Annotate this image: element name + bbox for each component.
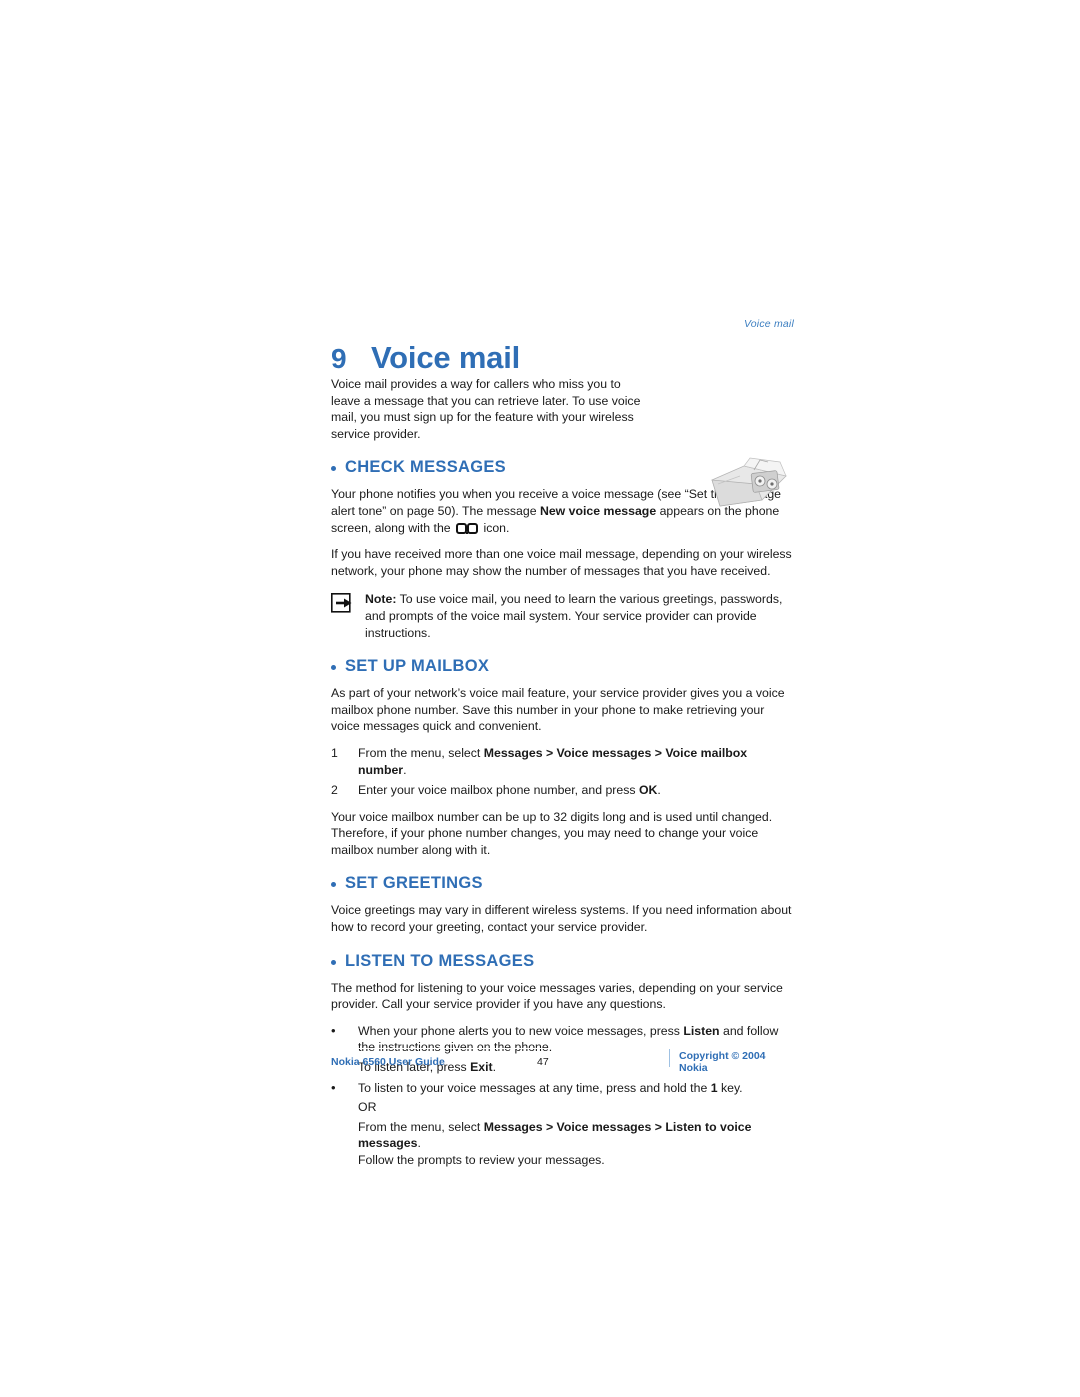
note-body: To use voice mail, you need to learn the… xyxy=(365,592,783,640)
bullet2-closing: From the menu, select Messages > Voice m… xyxy=(358,1119,794,1152)
bullet1-bold: Listen xyxy=(683,1023,720,1038)
bullet-text: To listen to your voice messages at any … xyxy=(358,1080,794,1169)
chapter-title: 9 Voice mail xyxy=(331,340,794,376)
cm-p1-bold: New voice message xyxy=(539,503,657,518)
listen-to-messages-paragraph-1: The method for listening to your voice m… xyxy=(331,980,783,1012)
step2-bold: OK xyxy=(638,783,658,798)
step2-pre: Enter your voice mailbox phone number, a… xyxy=(358,783,639,798)
bullet2-sub: OR xyxy=(358,1099,794,1116)
bullet2-post: key. xyxy=(717,1080,743,1095)
set-greetings-paragraph-1: Voice greetings may vary in different wi… xyxy=(331,903,792,935)
step-text: From the menu, select Messages > Voice m… xyxy=(358,745,794,778)
bullet2-bold: 1 xyxy=(710,1080,718,1095)
note-block: Note: To use voice mail, you need to lea… xyxy=(331,591,794,641)
step-text: Enter your voice mailbox phone number, a… xyxy=(358,782,794,799)
step2-post: . xyxy=(657,783,661,798)
page-footer: Nokia 6560 User Guide 47 Copyright © 200… xyxy=(331,1048,794,1075)
intro-paragraph: Voice mail provides a way for callers wh… xyxy=(331,377,641,441)
bullet1-pre: When your phone alerts you to new voice … xyxy=(358,1023,684,1038)
listen-to-messages-bullets: • When your phone alerts you to new voic… xyxy=(331,1023,794,1169)
heading-check-messages: CHECK MESSAGES xyxy=(331,458,794,477)
bullet2-closing-line2: Follow the prompts to review your messag… xyxy=(358,1153,605,1167)
footer-document-title: Nokia 6560 User Guide xyxy=(331,1056,445,1068)
note-text: Note: To use voice mail, you need to lea… xyxy=(365,591,794,641)
set-up-mailbox-steps: 1 From the menu, select Messages > Voice… xyxy=(331,745,794,799)
document-page: Voice mail 9 Voice mail Voice mail provi… xyxy=(0,0,1080,1397)
bullet-marker: • xyxy=(331,1079,336,1095)
bullet2-pre: To listen to your voice messages at any … xyxy=(358,1080,711,1095)
list-item: 2 Enter your voice mailbox phone number,… xyxy=(331,782,794,799)
cm-p1-part3: icon. xyxy=(480,520,510,535)
chapter-number: 9 xyxy=(331,343,347,374)
footer-page-number: 47 xyxy=(537,1056,549,1068)
set-up-mailbox-paragraph-1: As part of your network’s voice mail fea… xyxy=(331,686,785,734)
check-messages-paragraph-2: If you have received more than one voice… xyxy=(331,547,792,578)
closing-pre: From the menu, select xyxy=(358,1119,484,1134)
note-icon xyxy=(331,591,365,618)
note-label: Note: xyxy=(365,592,397,607)
step1-pre: From the menu, select xyxy=(358,745,484,760)
step-number: 2 xyxy=(331,783,338,798)
step-number: 1 xyxy=(331,745,338,760)
heading-set-up-mailbox: SET UP MAILBOX xyxy=(331,657,794,676)
list-item: • To listen to your voice messages at an… xyxy=(331,1080,794,1169)
footer-copyright: Copyright © 2004 Nokia xyxy=(679,1050,766,1074)
closing-post: . xyxy=(417,1136,421,1151)
list-item: 1 From the menu, select Messages > Voice… xyxy=(331,745,794,778)
set-up-mailbox-paragraph-2: Your voice mailbox number can be up to 3… xyxy=(331,809,773,857)
heading-set-greetings: SET GREETINGS xyxy=(331,874,794,893)
step1-post: . xyxy=(403,762,407,777)
heading-listen-to-messages: LISTEN TO MESSAGES xyxy=(331,952,794,971)
chapter-name: Voice mail xyxy=(371,340,521,375)
bullet2-sub-pre: OR xyxy=(358,1100,377,1115)
running-head: Voice mail xyxy=(743,318,794,330)
voice-mail-icon xyxy=(456,522,479,535)
